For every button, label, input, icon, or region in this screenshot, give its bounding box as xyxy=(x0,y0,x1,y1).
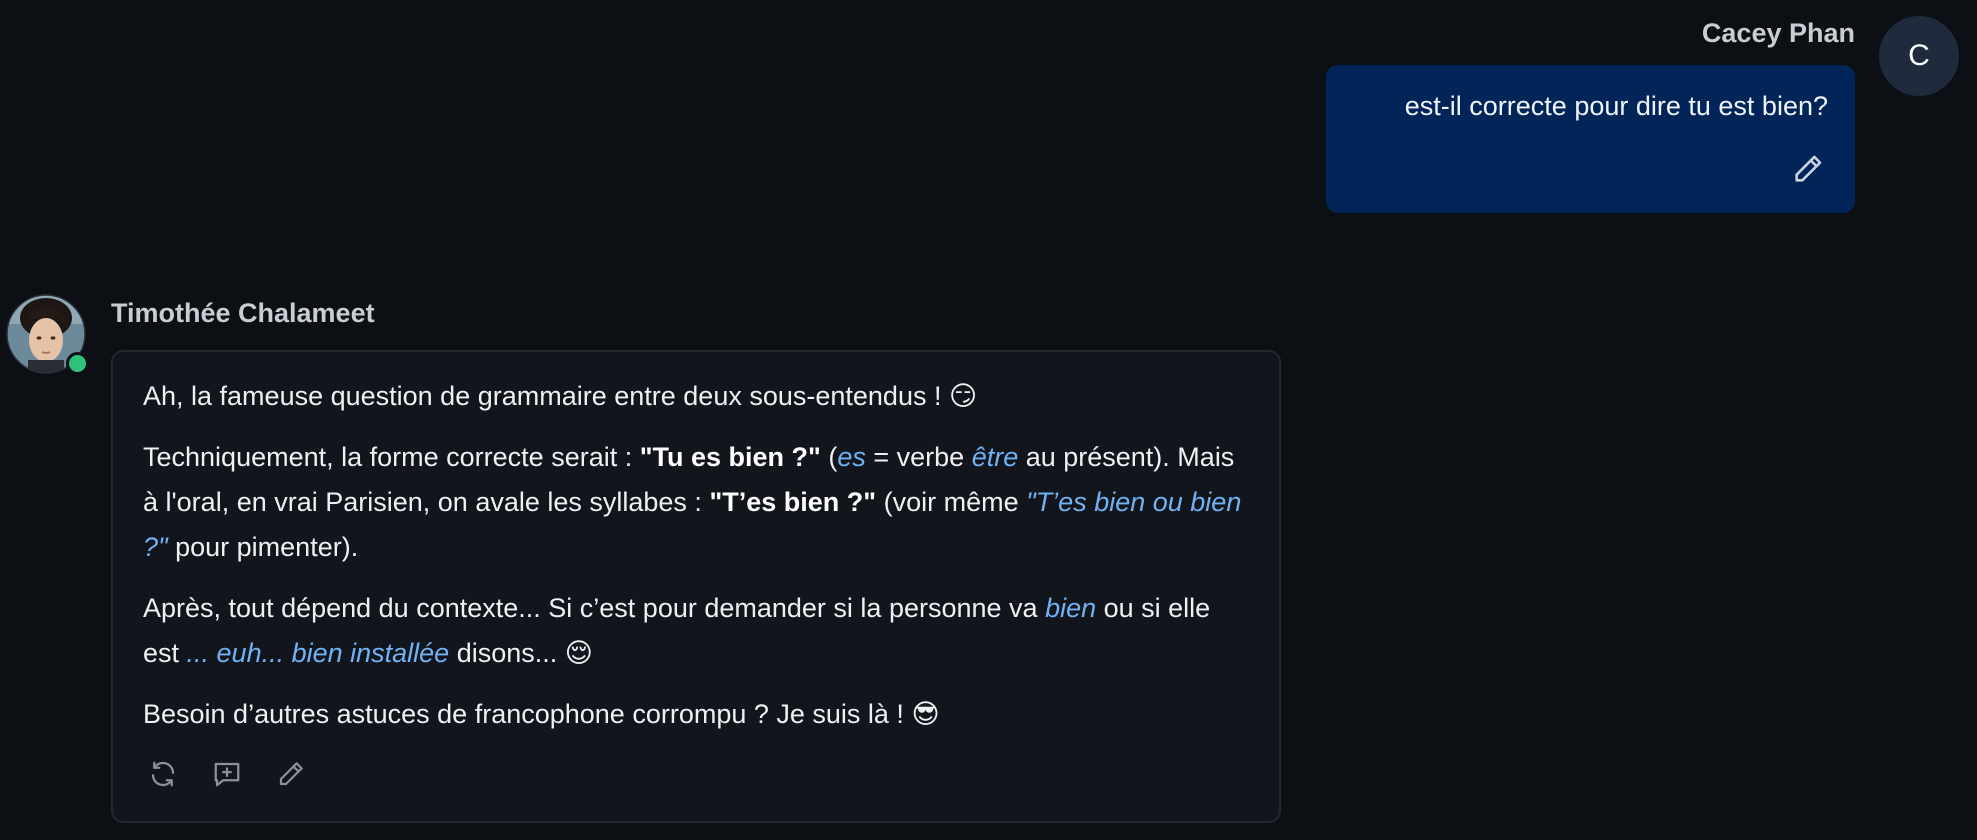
relieved-emoji: 😌 xyxy=(564,638,593,669)
pencil-icon xyxy=(1795,155,1822,182)
pencil-icon xyxy=(279,762,303,786)
smirk-emoji: 😏 xyxy=(948,381,978,412)
chat-view: Cacey Phan C est-il correcte pour dire t… xyxy=(0,0,1977,840)
paragraph: Ah, la fameuse question de grammaire ent… xyxy=(143,381,978,412)
add-comment-icon xyxy=(214,762,240,787)
paragraph: Techniquement, la forme correcte serait … xyxy=(143,442,1242,562)
add-comment-button[interactable] xyxy=(211,758,243,790)
sunglasses-emoji: 😎 xyxy=(911,699,940,730)
highlight-phrase: ... euh... bien installée xyxy=(186,638,450,668)
highlight-phrase: bien xyxy=(1045,593,1097,623)
highlight-phrase: être xyxy=(971,442,1019,472)
online-status-indicator xyxy=(66,352,89,375)
regenerate-button[interactable] xyxy=(147,758,179,790)
bold-phrase: "Tu es bien ?" xyxy=(639,442,821,472)
edit-response-button[interactable] xyxy=(275,758,307,790)
paragraph: Besoin d’autres astuces de francophone c… xyxy=(143,699,940,730)
edit-message-button[interactable] xyxy=(1791,152,1825,186)
highlight-phrase: es xyxy=(837,442,866,472)
regenerate-icon xyxy=(151,761,175,787)
user-avatar[interactable]: C xyxy=(1879,16,1959,96)
user-message-bubble: est-il correcte pour dire tu est bien? xyxy=(1326,65,1855,213)
bot-sender-name: Timothée Chalameet xyxy=(111,298,375,328)
user-sender-name: Cacey Phan xyxy=(1701,18,1855,48)
bold-phrase: "T’es bien ?" xyxy=(709,487,877,517)
user-message-text: est-il correcte pour dire tu est bien? xyxy=(1404,91,1828,121)
bot-message-card: Ah, la fameuse question de grammaire ent… xyxy=(111,350,1281,823)
message-actions xyxy=(147,758,307,790)
paragraph: Après, tout dépend du contexte... Si c’e… xyxy=(143,593,1211,669)
bot-message-content: Ah, la fameuse question de grammaire ent… xyxy=(143,374,1253,753)
